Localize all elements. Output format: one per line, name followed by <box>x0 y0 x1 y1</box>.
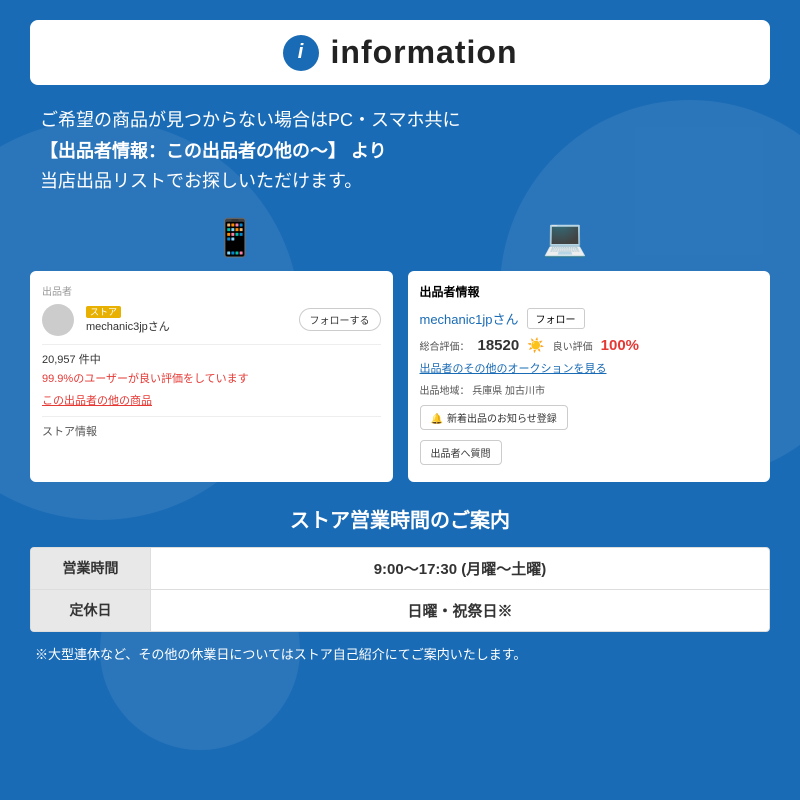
page-title: information <box>331 34 518 71</box>
ss-left-store-badge: ストア <box>86 306 121 318</box>
note-text: ※大型連休など、その他の休業日についてはストア自己紹介にてご案内いたします。 <box>30 644 770 663</box>
ss-left-username: mechanic3jpさん <box>86 318 170 334</box>
screenshots-row: 出品者 ストア mechanic3jpさん フォローする 20,957 件中 9… <box>30 271 770 482</box>
hours-label-0: 営業時間 <box>31 548 151 589</box>
bell-icon: 🔔 <box>431 414 443 425</box>
ss-good-label: 良い評価 <box>553 338 593 353</box>
ss-left-label: 出品者 <box>42 283 381 298</box>
ss-left-follow-btn[interactable]: フォローする <box>299 308 381 331</box>
hours-row-1: 定休日 日曜・祝祭日※ <box>31 590 769 631</box>
smartphone-icon: 📱 <box>213 217 258 259</box>
hours-label-1: 定休日 <box>31 590 151 631</box>
ss-left-avatar <box>42 304 74 336</box>
hours-value-1: 日曜・祝祭日※ <box>151 590 769 631</box>
ss-right-title: 出品者情報 <box>420 283 759 300</box>
ss-auction-link[interactable]: 出品者のその他のオークションを見る <box>420 360 759 376</box>
ss-rating-num: 18520 <box>478 337 520 354</box>
description-line1: ご希望の商品が見つからない場合はPC・スマホ共に <box>40 105 760 136</box>
ss-new-items-btn[interactable]: 🔔新着出品のお知らせ登録 <box>420 405 568 430</box>
hours-row-0: 営業時間 9:00〜17:30 (月曜〜土曜) <box>31 548 769 590</box>
ss-right-username: mechanic1jpさん <box>420 309 519 328</box>
ss-left-rating: 99.9%のユーザーが良い評価をしています <box>42 370 381 386</box>
ss-left-other-link[interactable]: この出品者の他の商品 <box>42 392 381 408</box>
ss-good-pct: 100% <box>601 337 639 354</box>
screenshot-right: 出品者情報 mechanic1jpさん フォロー 総合評価： 18520 ☀️ … <box>408 271 771 482</box>
ss-left-store-info: ストア情報 <box>42 423 381 439</box>
ss-left-user-row: ストア mechanic3jpさん フォローする <box>42 304 381 336</box>
info-icon: i <box>283 35 319 71</box>
description-line2: 【出品者情報：この出品者の他の〜】 より <box>40 136 760 167</box>
laptop-icon: 💻 <box>543 217 588 259</box>
ss-right-user-row: mechanic1jpさん フォロー <box>420 308 759 329</box>
ss-rating-label: 総合評価： <box>420 338 470 353</box>
ss-right-follow-btn[interactable]: フォロー <box>527 308 585 329</box>
header-box: i information <box>30 20 770 85</box>
description-line3: 当店出品リストでお探しいただけます。 <box>40 166 760 197</box>
screenshot-left: 出品者 ストア mechanic3jpさん フォローする 20,957 件中 9… <box>30 271 393 482</box>
ss-left-count: 20,957 件中 <box>42 351 381 367</box>
store-hours-section: ストア営業時間のご案内 営業時間 9:00〜17:30 (月曜〜土曜) 定休日 … <box>30 504 770 663</box>
hours-table: 営業時間 9:00〜17:30 (月曜〜土曜) 定休日 日曜・祝祭日※ <box>30 547 770 632</box>
ss-location: 出品地域： 兵庫県 加古川市 <box>420 382 759 397</box>
device-icons-row: 📱 💻 <box>30 217 770 259</box>
store-hours-title: ストア営業時間のご案内 <box>30 504 770 533</box>
ss-right-rating-row: 総合評価： 18520 ☀️ 良い評価 100% <box>420 337 759 354</box>
description-block: ご希望の商品が見つからない場合はPC・スマホ共に 【出品者情報：この出品者の他の… <box>30 105 770 197</box>
hours-value-0: 9:00〜17:30 (月曜〜土曜) <box>151 548 769 589</box>
ss-question-btn[interactable]: 出品者へ質問 <box>420 440 502 465</box>
